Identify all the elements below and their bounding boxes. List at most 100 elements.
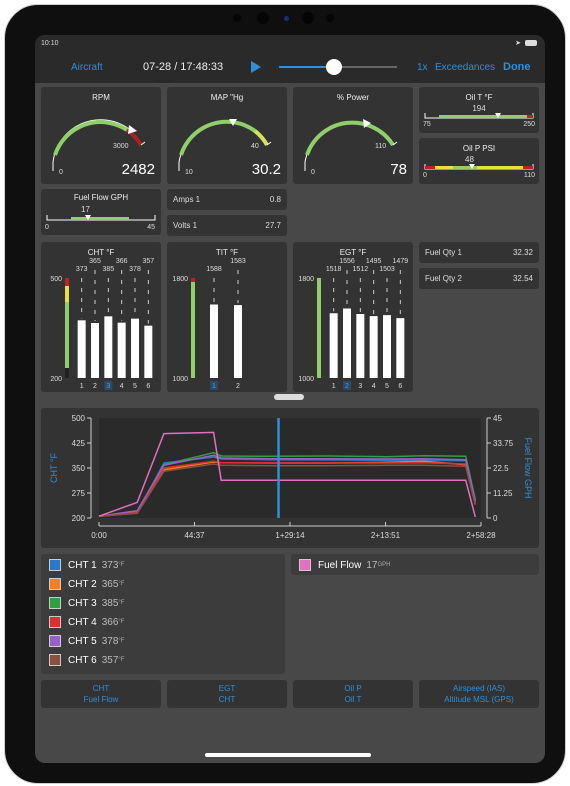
cht-bars: 500 200 373 1 365 2 385 3 366 4 378 5 357 6 <box>50 258 154 390</box>
legend-unit: °F <box>118 600 125 606</box>
preset-airspeed-altitude-button[interactable]: Airspeed (IAS) Altitude MSL (GPS) <box>419 680 539 708</box>
preset-line2: CHT <box>218 695 236 704</box>
scale-min-label: 1000 <box>172 376 188 383</box>
legend-item[interactable]: CHT 6 357 °F <box>49 651 124 669</box>
fuel-flow-bar <box>46 215 156 221</box>
cylinder-label: 2 <box>93 383 97 390</box>
play-icon[interactable] <box>251 61 261 73</box>
cylinder-label: 3 <box>358 383 362 390</box>
rpm-min: 0 <box>59 169 63 176</box>
preset-cht-fuel-flow-button[interactable]: CHT Fuel Flow <box>41 680 161 708</box>
aircraft-button[interactable]: Aircraft <box>71 62 103 73</box>
fuel-flow-min: 0 <box>45 224 49 231</box>
legend-swatch <box>49 559 61 571</box>
legend-item[interactable]: CHT 2 365 °F <box>49 575 124 593</box>
x-tick-label: 2+13:51 <box>371 531 401 540</box>
speed-button[interactable]: 1x <box>417 62 428 73</box>
scale-max-label: 500 <box>50 276 62 283</box>
cylinder-label: 4 <box>120 383 124 390</box>
battery-icon <box>525 40 537 46</box>
scale-segment <box>65 302 69 368</box>
bar <box>117 322 126 378</box>
fuel-flow-max: 45 <box>147 224 155 231</box>
screen: 10:10 ➤ Aircraft 07-28 / 17:48:33 1x Exc… <box>35 35 545 763</box>
y2-tick-label: 33.75 <box>493 439 514 448</box>
bar-value-label: 1556 <box>339 258 355 265</box>
bar <box>329 313 338 378</box>
bar-value-label: 1479 <box>393 258 409 265</box>
legend-name: CHT 2 <box>68 578 97 590</box>
legend-unit: GPH <box>377 562 391 568</box>
fuel-qty2-label: Fuel Qty 2 <box>425 274 462 283</box>
y-tick-label: 350 <box>72 464 86 473</box>
nav-bar: Aircraft 07-28 / 17:48:33 1x Exceedances… <box>35 51 545 83</box>
cylinder-label: 4 <box>372 383 376 390</box>
bar <box>356 314 365 378</box>
legend-value: 366 <box>101 616 119 628</box>
oil-temp-min: 75 <box>423 121 431 128</box>
playback-datetime: 07-28 / 17:48:33 <box>143 61 224 73</box>
bar-value-label: 1583 <box>230 258 246 265</box>
home-indicator[interactable] <box>205 753 371 757</box>
cylinder-label: 5 <box>385 383 389 390</box>
legend-unit: °F <box>118 638 125 644</box>
x-tick-label: 2+58:28 <box>466 531 496 540</box>
bar-value-label: 385 <box>102 266 114 273</box>
status-time: 10:10 <box>41 39 59 47</box>
playback-slider-thumb[interactable] <box>326 59 343 75</box>
cylinder-label: 3 <box>106 383 110 390</box>
bar-value-label: 378 <box>129 266 141 273</box>
bar <box>343 308 351 378</box>
scale-min-label: 1000 <box>298 376 314 383</box>
camera-indicator <box>284 16 289 21</box>
cylinder-label: 6 <box>398 383 402 390</box>
camera-lens <box>257 12 269 24</box>
y-axis-label: CHT °F <box>49 453 59 483</box>
legend-swatch <box>49 597 61 609</box>
legend-name: CHT 5 <box>68 635 97 647</box>
amps1-value: 0.8 <box>269 195 281 204</box>
legend-left: CHT 1 373 °F CHT 2 365 °F CHT 3 385 °F CHT 4 366 °F… <box>41 554 285 674</box>
trend-chart[interactable]: 500 425 350 275 200 CHT °F 45 33.75 22.5 11.25 0 Fu… <box>41 408 539 548</box>
cylinder-label: 1 <box>212 383 216 390</box>
preset-line1: CHT <box>92 684 110 693</box>
legend-value: 373 <box>101 559 119 571</box>
map-value: 30.2 <box>251 161 281 178</box>
fuel-qty2-value: 32.54 <box>512 274 533 283</box>
oil-pressure-bar <box>424 164 534 170</box>
egt-bar-gauge: EGT °F 1800 1000 1518 1 1556 2 1512 3 1495 4 1503 5… <box>293 242 413 392</box>
exceedances-button[interactable]: Exceedances <box>435 62 495 73</box>
bar <box>104 316 113 378</box>
oil-pressure-min: 0 <box>423 172 427 179</box>
legend-unit: °F <box>118 619 125 625</box>
legend-value: 357 <box>101 654 119 666</box>
status-bar: 10:10 ➤ <box>35 35 545 51</box>
oil-pressure-gauge: Oil P PSI 48 0 110 <box>419 138 539 184</box>
legend-item[interactable]: CHT 1 373 °F <box>49 556 124 574</box>
legend-value: 378 <box>101 635 119 647</box>
legend-swatch <box>49 578 61 590</box>
bar-value-label: 1518 <box>326 266 342 273</box>
tablet-frame: 10:10 ➤ Aircraft 07-28 / 17:48:33 1x Exc… <box>4 4 566 784</box>
splitter-handle[interactable] <box>274 394 304 400</box>
done-button[interactable]: Done <box>503 61 531 73</box>
bar-value-label: 366 <box>116 258 128 265</box>
fuel-qty2-readout: Fuel Qty 2 32.54 <box>419 268 539 289</box>
power-gauge: % Power 0 110 78 <box>293 87 413 184</box>
legend-item[interactable]: CHT 5 378 °F <box>49 632 124 650</box>
legend-unit: °F <box>118 657 125 663</box>
sensor-dot <box>326 14 334 22</box>
trend-chart-panel: 500 425 350 275 200 CHT °F 45 33.75 22.5 11.25 0 Fu… <box>41 408 539 548</box>
preset-egt-cht-button[interactable]: EGT CHT <box>167 680 287 708</box>
legend-item[interactable]: CHT 3 385 °F <box>49 594 124 612</box>
bar-value-label: 1512 <box>353 266 369 273</box>
legend-item[interactable]: CHT 4 366 °F <box>49 613 124 631</box>
scale-segment <box>65 278 69 286</box>
legend-item-fuel-flow[interactable]: Fuel Flow 17 GPH <box>299 556 391 574</box>
preset-oil-button[interactable]: Oil P Oil T <box>293 680 413 708</box>
rpm-value: 2482 <box>121 161 155 178</box>
y-tick-label: 425 <box>72 439 86 448</box>
cylinder-label: 2 <box>236 383 240 390</box>
legend-swatch <box>49 635 61 647</box>
playback-slider[interactable] <box>279 59 397 75</box>
